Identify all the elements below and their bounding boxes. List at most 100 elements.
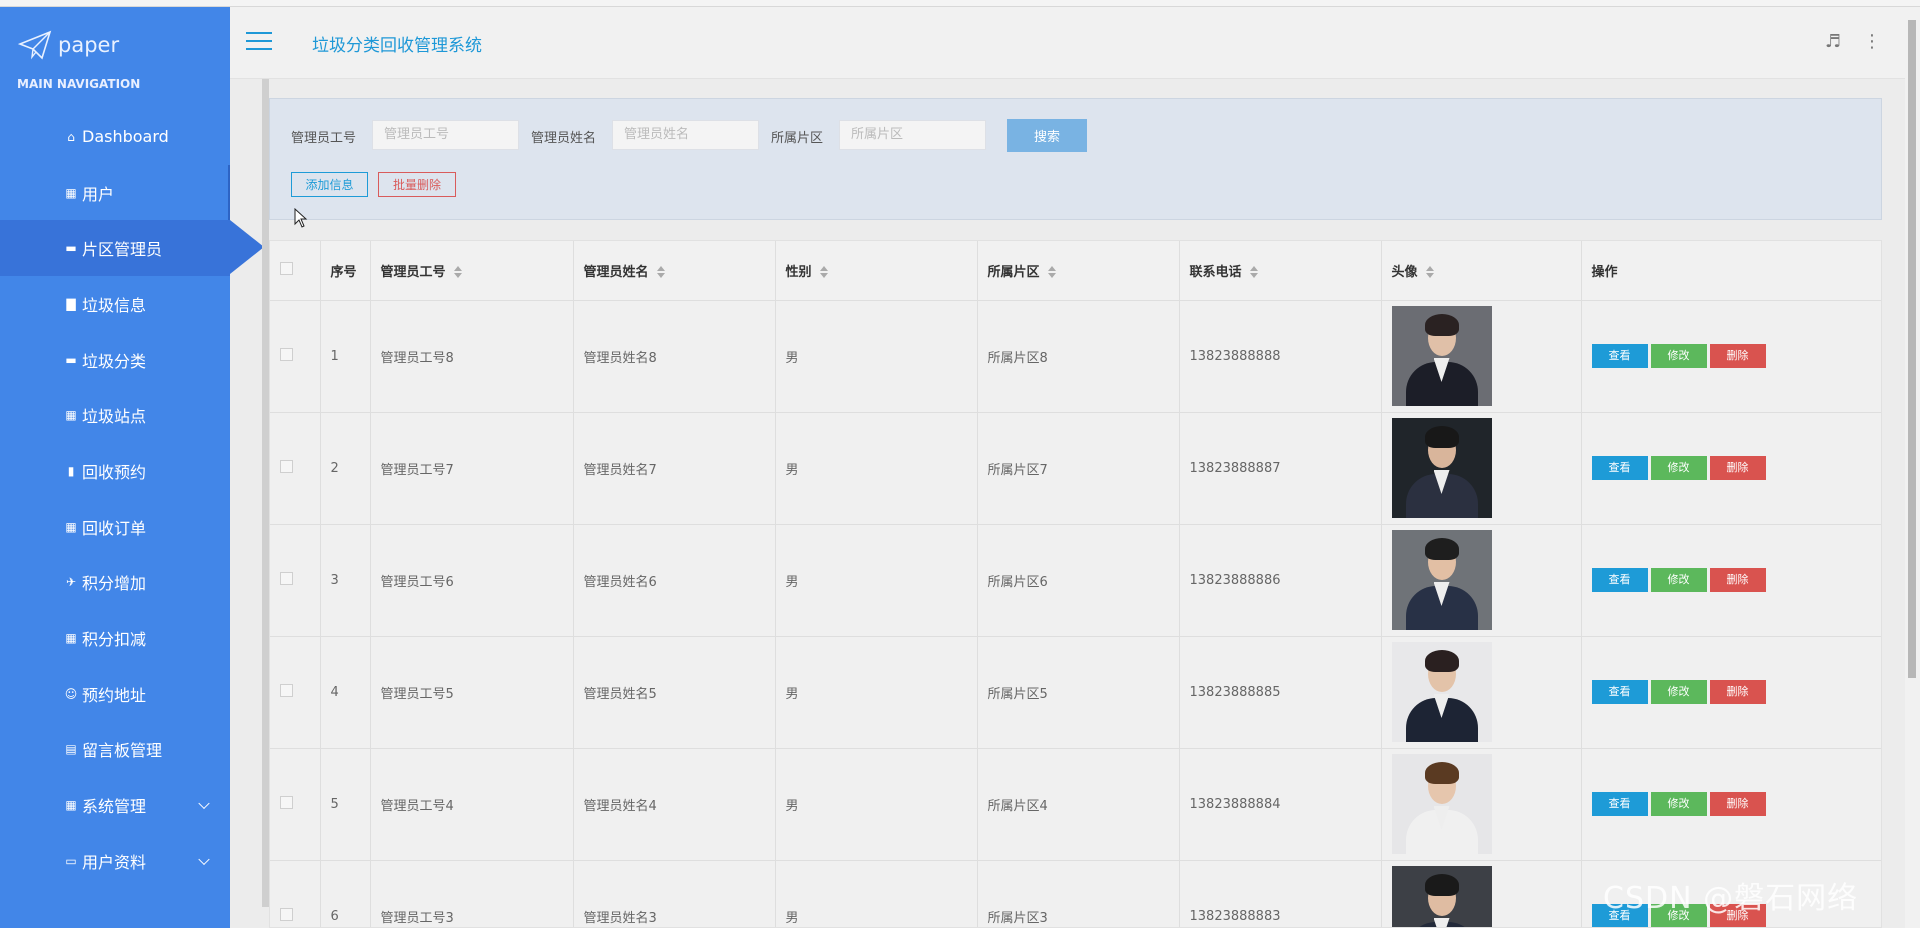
logo: paper [18, 25, 119, 65]
admin-id: 管理员工号6 [380, 574, 454, 590]
column-header[interactable]: 所属片区 [977, 241, 1180, 301]
batch-delete-button[interactable]: 批量删除 [378, 172, 456, 197]
sidebar-item-label: Dashboard [82, 127, 169, 147]
delete-button[interactable]: 删除 [1709, 456, 1766, 480]
comment-icon: ▬ [65, 352, 77, 367]
sort-icon[interactable] [453, 266, 462, 279]
column-header-label: 所属片区 [987, 264, 1040, 280]
search-button[interactable]: 搜索 [1007, 119, 1087, 152]
sidebar-item-2[interactable]: ▦ 用户 [0, 164, 230, 221]
sidebar-item-3[interactable]: ▬ 片区管理员 [0, 220, 264, 277]
column-header[interactable]: 头像 [1381, 241, 1582, 301]
phone: 13823888886 [1189, 572, 1281, 588]
sidebar-item-1[interactable]: ⌂ Dashboard [0, 109, 230, 165]
table-cell: 3 [320, 524, 371, 637]
row-number: 4 [330, 684, 339, 700]
table-cell: 管理员工号6 [370, 524, 574, 637]
table-header-row: 序号 管理员工号 管理员姓名 性别 所属片区 联系电话 头像 操作 [270, 241, 1881, 301]
add-button[interactable]: 添加信息 [291, 172, 368, 197]
sidebar-item-9[interactable]: ✈ 积分增加 [0, 555, 230, 611]
select-all-checkbox[interactable] [280, 261, 293, 275]
paper-plane-icon [18, 30, 52, 60]
edit-button[interactable]: 修改 [1650, 680, 1707, 704]
sidebar-item-14[interactable]: ▭ 用户资料 [0, 833, 230, 889]
grid-icon: ▦ [65, 519, 77, 534]
avatar [1391, 530, 1492, 630]
sort-icon[interactable] [1425, 266, 1434, 279]
sidebar-item-label: 片区管理员 [82, 240, 163, 260]
column-header[interactable]: 联系电话 [1179, 241, 1382, 301]
row-checkbox[interactable] [280, 683, 293, 697]
edit-button[interactable]: 修改 [1650, 344, 1707, 368]
delete-button[interactable]: 删除 [1709, 568, 1766, 592]
edit-button[interactable]: 修改 [1650, 456, 1707, 480]
table-cell: 2 [320, 412, 371, 525]
menu-toggle-icon[interactable] [246, 32, 272, 52]
delete-button[interactable]: 删除 [1709, 792, 1766, 816]
sidebar-item-7[interactable]: ▮ 回收预约 [0, 443, 230, 499]
table-cell [1381, 860, 1582, 927]
gender: 男 [785, 910, 799, 926]
table-cell [270, 412, 321, 525]
sidebar-item-12[interactable]: ▤ 留言板管理 [0, 722, 230, 778]
admin-id: 管理员工号5 [380, 686, 454, 702]
avatar [1391, 754, 1492, 854]
row-checkbox[interactable] [280, 571, 293, 585]
sort-icon[interactable] [1249, 266, 1258, 279]
sidebar-item-5[interactable]: ▬ 垃圾分类 [0, 332, 230, 388]
view-button[interactable]: 查看 [1591, 456, 1648, 480]
nav-heading: MAIN NAVIGATION [17, 77, 141, 91]
row-number: 3 [330, 572, 339, 588]
view-button[interactable]: 查看 [1591, 344, 1648, 368]
scrollbar-thumb[interactable] [1908, 20, 1916, 678]
more-vertical-icon[interactable]: ⋮ [1863, 31, 1881, 52]
column-header-label: 性别 [785, 264, 812, 280]
row-checkbox[interactable] [280, 907, 293, 921]
delete-button[interactable]: 删除 [1709, 680, 1766, 704]
sort-icon[interactable] [656, 266, 665, 279]
admin-id-input[interactable]: 管理员工号 [372, 120, 519, 150]
page-scrollbar[interactable] [1905, 7, 1920, 928]
column-header[interactable]: 管理员工号 [370, 241, 574, 301]
table-cell: 4 [320, 636, 371, 749]
admin-name: 管理员姓名7 [583, 462, 657, 478]
row-number: 6 [330, 908, 339, 924]
edit-button[interactable]: 修改 [1650, 568, 1707, 592]
sidebar-item-10[interactable]: ▦ 积分扣减 [0, 610, 230, 666]
row-checkbox[interactable] [280, 347, 293, 361]
table-cell: 所属片区5 [977, 636, 1180, 749]
view-button[interactable]: 查看 [1591, 792, 1648, 816]
sort-icon[interactable] [1047, 266, 1056, 279]
sidebar-scrollbar[interactable] [262, 7, 269, 907]
row-checkbox[interactable] [280, 459, 293, 473]
table-cell: 管理员工号8 [370, 300, 574, 413]
mouse-cursor-icon [294, 208, 308, 228]
admin-name-input[interactable]: 管理员姓名 [612, 120, 759, 150]
sidebar-item-4[interactable]: ▇ 垃圾信息 [0, 276, 230, 332]
table-row: 4 管理员工号5 管理员姓名5 男 所属片区5 13823888885 查看 修改 删除 [270, 636, 1881, 749]
sidebar-item-13[interactable]: ▦ 系统管理 [0, 777, 230, 833]
sidebar-item-label: 用户 [82, 184, 115, 204]
sidebar-item-6[interactable]: ▦ 垃圾站点 [0, 387, 230, 443]
column-header[interactable]: 管理员姓名 [573, 241, 776, 301]
delete-button[interactable]: 删除 [1709, 344, 1766, 368]
phone: 13823888884 [1189, 796, 1281, 812]
table-cell: 所属片区3 [977, 860, 1180, 927]
admin-id: 管理员工号3 [380, 910, 454, 926]
main-nav: ⌂ Dashboard ▦ 用户 ▬ 片区管理员 ▇ 垃圾信息 ▬ 垃圾分类 ▦ 垃圾站点 ▮ 回收预约 ▦… [0, 109, 264, 889]
area-input[interactable]: 所属片区 [839, 120, 986, 150]
sort-icon[interactable] [819, 266, 828, 279]
sidebar-item-label: 积分扣减 [82, 630, 147, 650]
view-button[interactable]: 查看 [1591, 680, 1648, 704]
edit-button[interactable]: 修改 [1650, 792, 1707, 816]
column-header[interactable]: 性别 [775, 241, 978, 301]
sidebar-item-8[interactable]: ▦ 回收订单 [0, 499, 230, 555]
row-checkbox[interactable] [280, 795, 293, 809]
phone: 13823888883 [1189, 908, 1281, 924]
sidebar-item-11[interactable]: ☺ 预约地址 [0, 666, 230, 722]
gender: 男 [785, 462, 799, 478]
notification-bell-icon[interactable]: ♬ [1825, 31, 1841, 52]
gender: 男 [785, 798, 799, 814]
area: 所属片区8 [987, 350, 1048, 366]
view-button[interactable]: 查看 [1591, 568, 1648, 592]
